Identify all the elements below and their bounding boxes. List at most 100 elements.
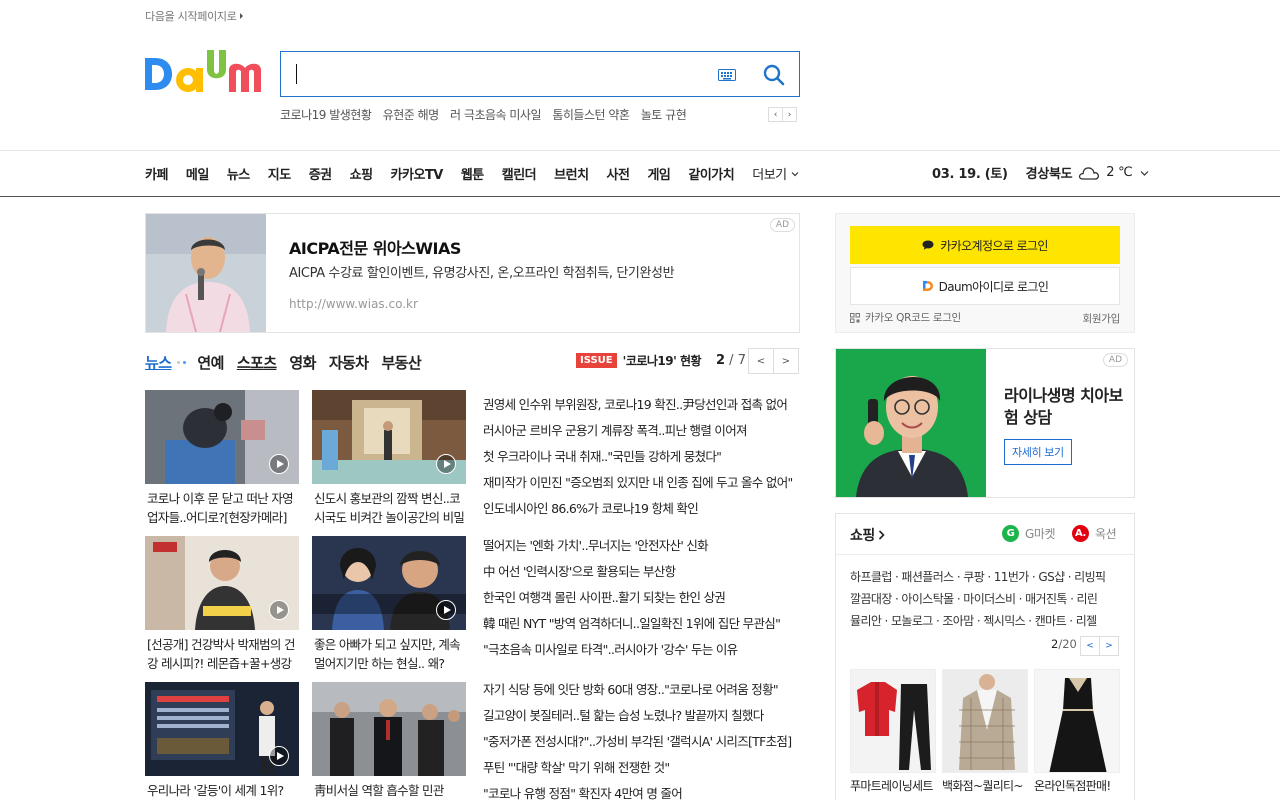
play-icon[interactable] [269, 454, 289, 474]
headline-link[interactable]: "코로나 유행 정점" 확진자 4만여 명 줄어 [483, 786, 799, 800]
search-input[interactable] [293, 62, 703, 86]
play-icon[interactable] [436, 600, 456, 620]
weather-region: 경상북도 [1025, 167, 1073, 182]
signup-link[interactable]: 회원가입 [1083, 311, 1121, 326]
play-icon[interactable] [436, 454, 456, 474]
next-page-button[interactable]: > [1099, 636, 1119, 656]
chevron-right-icon[interactable]: › [782, 107, 797, 122]
tab-car[interactable]: 자동차 [329, 352, 369, 373]
start-page-link[interactable]: 다음을 시작페이지로 [145, 8, 243, 24]
keyword-link[interactable]: 코로나19 발생현황 [280, 108, 372, 122]
nav-item-webtoon[interactable]: 웹툰 [461, 164, 484, 183]
next-page-button[interactable]: > [773, 348, 799, 374]
nav-item-shopping[interactable]: 쇼핑 [350, 164, 373, 183]
news-card[interactable]: 코로나 이후 문 닫고 떠난 자영업자들..어디로?[현장카메라] [145, 390, 299, 527]
ad-banner-url[interactable]: http://www.wias.co.kr [289, 297, 418, 311]
news-pager: < > [748, 348, 799, 374]
headline-link[interactable]: 中 어선 '인력시장'으로 활용되는 부산항 [483, 564, 799, 590]
news-card[interactable]: [선공개] 건강박사 박재범의 건강 레시피?! 레몬즙+꿀+생강 [145, 536, 299, 673]
nav-item-kakaotv[interactable]: 카카오TV [391, 164, 444, 183]
keyword-link[interactable]: 러 극초음속 미사일 [450, 108, 541, 122]
headline-list: 권영세 인수위 부위원장, 코로나19 확진..尹당선인과 접촉 없어 러시아군… [483, 397, 799, 527]
headline-link[interactable]: 권영세 인수위 부위원장, 코로나19 확진..尹당선인과 접촉 없어 [483, 397, 799, 423]
tab-sports[interactable]: 스포츠 [237, 352, 277, 373]
nav-item-map[interactable]: 지도 [268, 164, 291, 183]
ad-banner-title[interactable]: AICPA전문 위아스WIAS [289, 235, 461, 259]
weather-widget[interactable]: 03. 19. (토) 경상북도 2 ℃ [932, 163, 1149, 182]
prev-page-button[interactable]: < [748, 348, 774, 374]
headline-link[interactable]: 재미작가 이민진 "증오범죄 있지만 내 인종 집에 두고 올수 없어" [483, 475, 799, 501]
news-card[interactable]: 靑비서실 역할 흡수할 민관 [312, 682, 466, 800]
product-card[interactable]: 온라인독점판매! [1034, 669, 1120, 794]
nav-item-cafe[interactable]: 카페 [145, 164, 168, 183]
kakao-login-button[interactable]: 카카오계정으로 로그인 [850, 226, 1120, 264]
side-ad[interactable]: 라이나생명 치아보험 상담 자세히 보기 AD [835, 348, 1135, 498]
side-ad-cta-button[interactable]: 자세히 보기 [1004, 439, 1072, 465]
tab-realestate[interactable]: 부동산 [381, 352, 421, 373]
product-card[interactable]: 백화점~퀄리티~ [942, 669, 1028, 794]
auction-link[interactable]: A. 옥션 [1072, 525, 1117, 542]
chevron-down-icon [1140, 170, 1149, 176]
headline-link[interactable]: 한국인 여행객 몰린 사이판..활기 되찾는 한인 상권 [483, 590, 799, 616]
keyword-link[interactable]: 유현준 해명 [383, 108, 440, 122]
tab-movie[interactable]: 영화 [289, 352, 316, 373]
keyword-link[interactable]: 톰히들스턴 약혼 [552, 108, 630, 122]
news-card[interactable]: 우리나라 '갈등'이 세계 1위? [145, 682, 299, 800]
issue-badge: ISSUE [576, 353, 617, 368]
issue-link[interactable]: ISSUE '코로나19' 현황 [576, 352, 702, 369]
headline-link[interactable]: 인도네시아인 86.6%가 코로나19 항체 확인 [483, 501, 799, 527]
news-caption: 코로나 이후 문 닫고 떠난 자영업자들..어디로?[현장카메라] [147, 491, 294, 525]
tab-news[interactable]: 뉴스 [145, 352, 172, 373]
keyboard-icon[interactable] [718, 69, 736, 81]
shopping-title-link[interactable]: 쇼핑 [850, 525, 885, 545]
daum-logo[interactable] [145, 50, 261, 98]
nav-item-game[interactable]: 게임 [647, 164, 670, 183]
headline-link[interactable]: 韓 때린 NYT "방역 엄격하더니..일일확진 1위에 집단 무관심" [483, 616, 799, 642]
gmarket-link[interactable]: G G마켓 [1002, 525, 1056, 542]
nav-item-stock[interactable]: 증권 [309, 164, 332, 183]
headline-link[interactable]: 떨어지는 '엔화 가치'..무너지는 '안전자산' 신화 [483, 538, 799, 564]
nav-item-news[interactable]: 뉴스 [227, 164, 250, 183]
weather-date: 03. 19. (토) [932, 167, 1008, 182]
nav-item-calendar[interactable]: 캘린더 [502, 164, 537, 183]
ad-banner[interactable]: AICPA전문 위아스WIAS AICPA 수강료 할인이벤트, 유명강사진, … [145, 213, 800, 333]
news-card[interactable]: 좋은 아빠가 되고 싶지만, 계속 멀어지기만 하는 현실.. 왜? [312, 536, 466, 673]
weather-temp: 2 ℃ [1106, 165, 1133, 180]
chevron-left-icon[interactable]: ‹ [768, 107, 783, 122]
nav-item-brunch[interactable]: 브런치 [554, 164, 589, 183]
headline-link[interactable]: 자기 식당 등에 잇단 방화 60대 영장.."코로나로 어려움 정황" [483, 682, 799, 708]
keyword-link[interactable]: 놀토 규현 [641, 108, 687, 122]
headline-link[interactable]: "중저가폰 전성시대?"..가성비 부각된 '갤럭시A' 시리즈[TF초점] [483, 734, 799, 760]
headline-link[interactable]: 길고양이 봇질테러..털 핥는 습성 노렸나? 발끝까지 칠했다 [483, 708, 799, 734]
shopping-header: 쇼핑 G G마켓 A. 옥션 [836, 514, 1134, 555]
news-card[interactable]: 신도시 홍보관의 깜짝 변신..코시국도 비켜간 놀이공간의 비밀 [312, 390, 466, 527]
headline-link[interactable]: 러시아군 르비우 군용기 계류장 폭격..피난 행렬 이어져 [483, 423, 799, 449]
headline-link[interactable]: 첫 우크라이나 국내 취재.."국민들 강하게 뭉쳤다" [483, 449, 799, 475]
side-ad-title[interactable]: 라이나생명 치아보험 상담 [1004, 385, 1124, 429]
tab-entertainment[interactable]: 연예 [197, 352, 224, 373]
nav-more-button[interactable]: 더보기 [752, 164, 799, 183]
play-icon[interactable] [269, 600, 289, 620]
shopping-title: 쇼핑 [850, 528, 875, 544]
headline-link[interactable]: "극초음속 미사일로 타격"..러시아가 '강수' 두는 이유 [483, 642, 799, 668]
search-icon[interactable] [763, 64, 785, 86]
ad-banner-image [146, 214, 266, 332]
shopping-page-indicator: 2/20 [1051, 637, 1077, 651]
prev-page-button[interactable]: < [1080, 636, 1100, 656]
news-caption: 靑비서실 역할 흡수할 민관 [314, 783, 444, 798]
nav-item-dictionary[interactable]: 사전 [607, 164, 630, 183]
nav-item-mail[interactable]: 메일 [186, 164, 209, 183]
qr-login-link[interactable]: 카카오 QR코드 로그인 [850, 310, 961, 325]
shopping-link-row[interactable]: 하프클럽 · 패션플러스 · 쿠팡 · 11번가 · GS샵 · 리빙픽 [850, 566, 1125, 588]
shopping-link-row[interactable]: 깔끔대장 · 아이스탁몰 · 마이더스비 · 매거진톡 · 리린 [850, 588, 1125, 610]
product-image [850, 669, 936, 773]
product-card[interactable]: 푸마트레이닝세트 [850, 669, 936, 794]
daum-login-button[interactable]: Daum아이디로 로그인 [850, 267, 1120, 305]
news-thumbnail [312, 536, 466, 630]
news-thumbnail [145, 536, 299, 630]
play-icon[interactable] [269, 746, 289, 766]
headline-link[interactable]: 푸틴 "'대량 학살' 막기 위해 전쟁한 것" [483, 760, 799, 786]
nav-item-together[interactable]: 같이가치 [688, 164, 734, 183]
product-name: 백화점~퀄리티~ [942, 779, 1023, 793]
shopping-link-row[interactable]: 뮬리안 · 모놀로그 · 조아맘 · 젝시믹스 · 캔마트 · 리젤 [850, 610, 1125, 632]
